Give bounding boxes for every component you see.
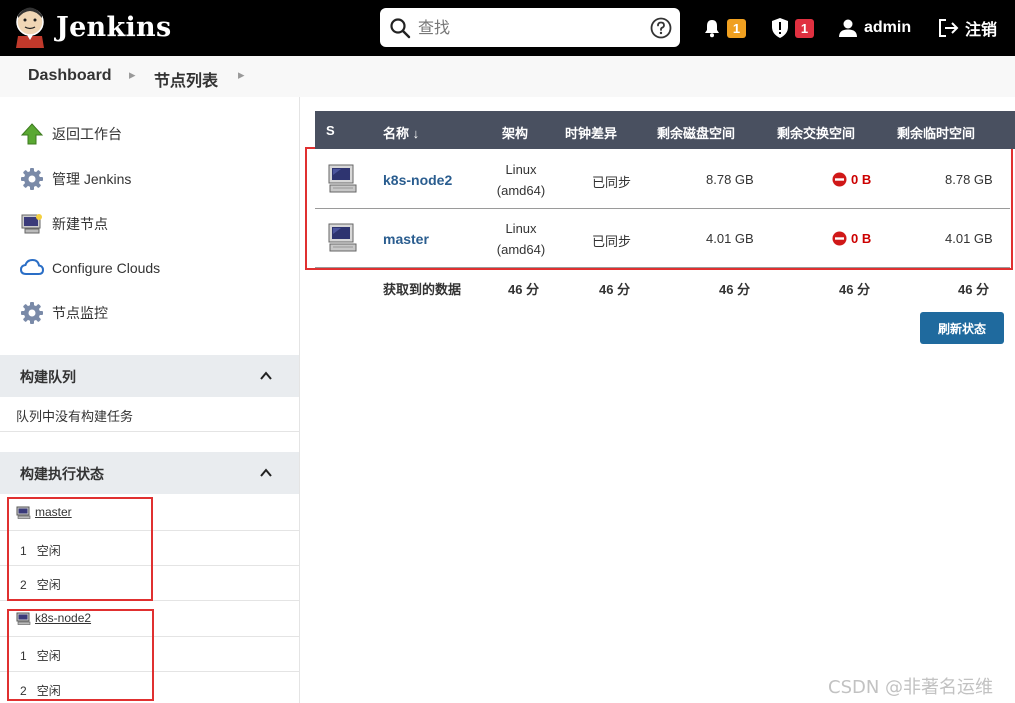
- summary-clock: 46 分: [599, 282, 631, 297]
- build-queue-empty: 队列中没有构建任务: [16, 409, 134, 424]
- task-label: 新建节点: [52, 216, 108, 232]
- breadcrumb: Dashboard ▸ 节点列表 ▸: [0, 56, 1015, 97]
- gear-icon: [21, 302, 43, 324]
- cloud-icon: [20, 258, 44, 275]
- notifications-button[interactable]: 1: [702, 17, 746, 39]
- gear-icon: [21, 168, 43, 190]
- nodes-table-header: S 名称 ↓ 架构 时钟差异 剩余磁盘空间 剩余交换空间 剩余临时空间: [315, 111, 1015, 149]
- arch-cpu: (amd64): [496, 183, 546, 198]
- top-header: Jenkins 1 1 admin: [0, 0, 1015, 56]
- computer-icon: [328, 164, 357, 193]
- node-link-k8s-node2[interactable]: k8s-node2: [383, 172, 452, 188]
- executor-status-title: 构建执行状态: [20, 466, 104, 482]
- task-label: Configure Clouds: [52, 260, 161, 276]
- breadcrumb-node-list[interactable]: 节点列表: [154, 67, 218, 91]
- chevron-up-icon[interactable]: [259, 369, 273, 383]
- search-box[interactable]: [380, 8, 680, 47]
- help-icon[interactable]: [650, 17, 672, 39]
- executor-status-header[interactable]: 构建执行状态: [0, 452, 299, 494]
- highlight-box: [7, 497, 153, 601]
- node-arch: Linux (amd64): [490, 159, 552, 201]
- task-label: 返回工作台: [52, 126, 122, 142]
- arch-os: Linux: [505, 162, 537, 177]
- row-divider: [315, 267, 1010, 268]
- col-arch[interactable]: 架构: [502, 123, 528, 142]
- chevron-up-icon[interactable]: [259, 466, 273, 480]
- node-disk: 4.01 GB: [706, 231, 754, 246]
- build-queue-header[interactable]: 构建队列: [0, 355, 299, 397]
- search-icon: [390, 18, 411, 39]
- stop-icon: [832, 231, 847, 246]
- node-disk: 8.78 GB: [706, 172, 754, 187]
- arch-cpu: (amd64): [496, 242, 546, 257]
- summary-arch: 46 分: [508, 282, 540, 297]
- breadcrumb-dashboard[interactable]: Dashboard: [28, 67, 112, 85]
- task-back-to-dashboard[interactable]: 返回工作台: [20, 121, 122, 147]
- col-swap[interactable]: 剩余交换空间: [777, 123, 855, 142]
- summary-swap: 46 分: [839, 282, 871, 297]
- swap-value: 0 B: [851, 172, 872, 187]
- summary-label: 获取到的数据: [383, 282, 462, 297]
- brand-name: Jenkins: [56, 11, 172, 43]
- shield-icon: [772, 18, 788, 38]
- up-arrow-icon: [20, 123, 44, 145]
- node-swap: 0 B: [832, 231, 871, 246]
- col-name[interactable]: 名称 ↓: [383, 123, 419, 142]
- user-menu[interactable]: admin: [838, 17, 911, 39]
- task-label: 节点监控: [52, 305, 108, 321]
- search-input[interactable]: [418, 13, 638, 41]
- security-badge: 1: [795, 18, 814, 38]
- node-link-master[interactable]: master: [383, 231, 429, 247]
- user-icon: [839, 19, 857, 37]
- task-configure-clouds[interactable]: Configure Clouds: [20, 255, 160, 281]
- user-name: admin: [864, 19, 912, 36]
- bell-icon: [705, 20, 719, 38]
- task-node-monitoring[interactable]: 节点监控: [20, 300, 108, 326]
- col-temp[interactable]: 剩余临时空间: [897, 123, 975, 142]
- node-clock: 已同步: [592, 234, 632, 249]
- summary-temp: 46 分: [958, 282, 990, 297]
- node-swap: 0 B: [832, 172, 871, 187]
- task-label: 管理 Jenkins: [52, 171, 132, 187]
- security-button[interactable]: 1: [770, 17, 814, 39]
- logout-icon: [939, 19, 959, 37]
- row-divider: [315, 208, 1010, 209]
- col-disk[interactable]: 剩余磁盘空间: [657, 123, 735, 142]
- col-status[interactable]: S: [326, 123, 335, 138]
- task-manage-jenkins[interactable]: 管理 Jenkins: [20, 166, 131, 192]
- arch-os: Linux: [505, 221, 537, 236]
- jenkins-logo-icon: [16, 7, 44, 48]
- task-new-node[interactable]: 新建节点: [20, 211, 108, 237]
- node-arch: Linux (amd64): [490, 218, 552, 260]
- node-temp: 4.01 GB: [945, 231, 993, 246]
- logout-label: 注销: [965, 22, 998, 39]
- divider: [0, 431, 299, 432]
- node-clock: 已同步: [592, 175, 632, 190]
- logout-button[interactable]: 注销: [938, 17, 997, 39]
- watermark: CSDN @非著名运维: [828, 677, 994, 698]
- refresh-status-button[interactable]: 刷新状态: [920, 312, 1004, 344]
- computer-icon: [21, 214, 42, 234]
- computer-icon: [328, 223, 357, 252]
- stop-icon: [832, 172, 847, 187]
- col-clock[interactable]: 时钟差异: [565, 123, 617, 142]
- build-queue-title: 构建队列: [20, 369, 76, 385]
- swap-value: 0 B: [851, 231, 872, 246]
- notifications-badge: 1: [727, 18, 746, 38]
- node-temp: 8.78 GB: [945, 172, 993, 187]
- highlight-box: [7, 609, 154, 701]
- jenkins-brand[interactable]: Jenkins: [12, 6, 171, 48]
- breadcrumb-separator-icon[interactable]: ▸: [238, 67, 245, 83]
- breadcrumb-separator-icon[interactable]: ▸: [129, 67, 136, 83]
- summary-disk: 46 分: [719, 282, 751, 297]
